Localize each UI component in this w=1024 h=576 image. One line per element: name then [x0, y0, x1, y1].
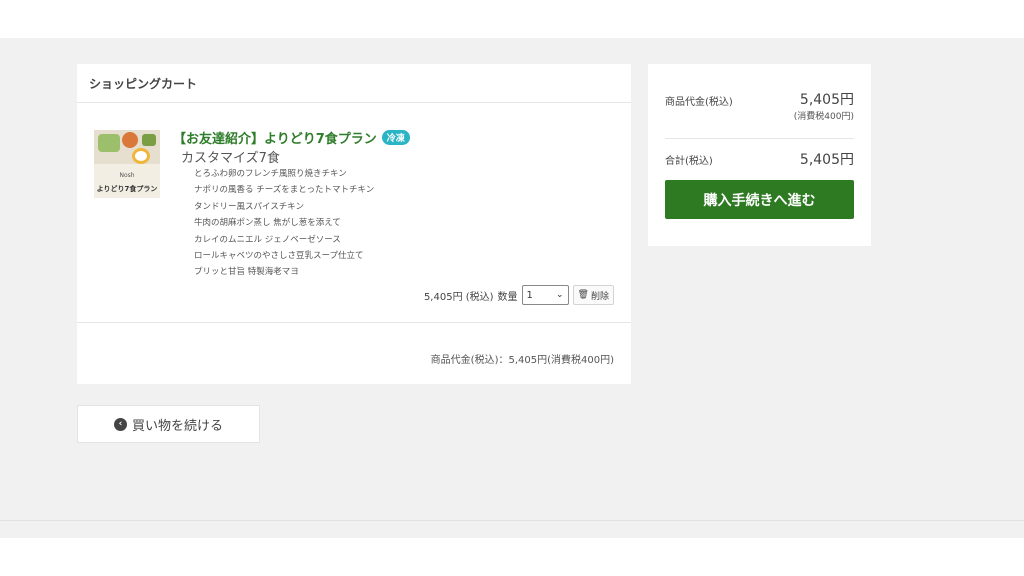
grand-total-label: 合計(税込) [665, 156, 713, 167]
trash-icon: 🗑 [577, 290, 589, 300]
meal-item: カレイのムニエル ジェノベーゼソース [194, 234, 341, 245]
cart-header: ショッピングカート [77, 64, 631, 103]
quantity-select[interactable]: 1 ⌄ [521, 285, 569, 305]
meal-item: ロールキャベツのやさしさ豆乳スープ仕立て [194, 250, 364, 261]
chevron-down-icon: ⌄ [556, 290, 564, 300]
shopping-cart-panel: ショッピングカート Nosh よりどり7食プラン 【お友達紹介】よりどり7食プラ… [77, 64, 631, 384]
product-thumbnail[interactable]: Nosh よりどり7食プラン [94, 130, 160, 198]
frozen-badge: 冷凍 [381, 130, 410, 145]
continue-shopping-label: 買い物を続ける [131, 418, 223, 434]
order-summary-panel: 商品代金(税込) 5,405円 (消費税400円) 合計(税込) 5,405円 … [648, 64, 871, 246]
meal-item: プリッと甘旨 特製海老マヨ [194, 267, 299, 278]
product-subtitle: カスタマイズ7食 [181, 151, 280, 166]
cart-subtotal: 商品代金(税込)：5,405円(消費税400円) [430, 355, 614, 366]
thumbnail-plan-name: よりどり7食プラン [96, 185, 158, 193]
items-tax-amount: (消費税400円) [793, 112, 854, 122]
cart-item: Nosh よりどり7食プラン 【お友達紹介】よりどり7食プラン 冷凍 カスタマイズ… [77, 104, 631, 323]
price-quantity-row: 5,405円 (税込) 数量 1 ⌄ 🗑 削除 [424, 285, 614, 305]
quantity-label: 数量 [497, 291, 518, 303]
bottom-blank-band [0, 538, 1024, 576]
continue-shopping-button[interactable]: ‹ 買い物を続ける [77, 405, 260, 443]
checkout-button[interactable]: 購入手続きへ進む [665, 180, 854, 219]
item-price: 5,405円 (税込) [423, 291, 494, 303]
grand-total-amount: 5,405円 [799, 152, 854, 168]
circle-chevron-left-icon: ‹ [113, 417, 127, 431]
top-blank-band [0, 0, 1024, 38]
meal-item: タンドリー風スパイスチキン [194, 201, 304, 212]
product-title[interactable]: 【お友達紹介】よりどり7食プラン 冷凍 [173, 128, 410, 147]
items-total-amount: 5,405円 [799, 92, 854, 108]
quantity-value: 1 [526, 289, 533, 301]
thumbnail-brand: Nosh [119, 172, 135, 179]
meal-item: ナポリの風香る チーズをまとったトマトチキン [194, 185, 375, 196]
meal-item: 牛肉の胡麻ポン蒸し 焦がし葱を添えて [194, 218, 341, 229]
delete-label: 削除 [590, 291, 609, 302]
meal-item: とろふわ卵のフレンチ風照り焼きチキン [194, 169, 347, 179]
delete-button[interactable]: 🗑 削除 [572, 285, 614, 305]
summary-items-row: 商品代金(税込) 5,405円 (消費税400円) 合計(税込) 5,405円 [665, 64, 854, 168]
items-total-label: 商品代金(税込) [665, 97, 733, 108]
footer-divider [0, 520, 1024, 521]
product-title-text: 【お友達紹介】よりどり7食プラン [173, 132, 377, 147]
meal-list: とろふわ卵のフレンチ風照り焼きチキン ナポリの風香る チーズをまとったトマトチキ… [194, 166, 374, 281]
